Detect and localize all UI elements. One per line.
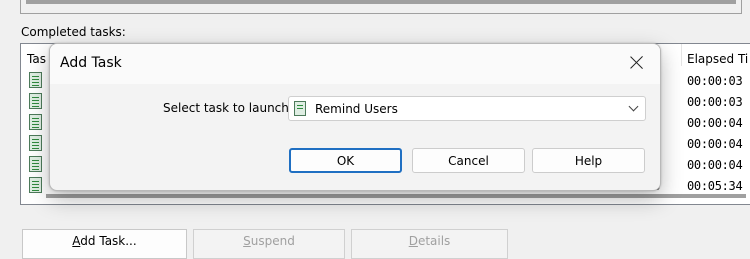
dialog-title: Add Task: [60, 55, 122, 71]
row-elapsed-time: 00:00:04: [687, 158, 743, 172]
row-elapsed-time: 00:00:04: [687, 116, 743, 130]
column-header-task[interactable]: Tas: [27, 52, 46, 66]
task-list-icon: [29, 93, 42, 109]
details-button[interactable]: Details: [351, 229, 508, 259]
task-list-icon: [294, 101, 306, 116]
chevron-down-icon[interactable]: [628, 101, 639, 112]
task-list-icon: [29, 72, 42, 88]
task-list-icon: [29, 156, 42, 172]
task-select-value: Remind Users: [315, 102, 398, 116]
column-divider[interactable]: [681, 44, 682, 66]
row-elapsed-time: 00:00:03: [687, 95, 743, 109]
cancel-button[interactable]: Cancel: [412, 148, 525, 173]
add-task-button[interactable]: Add Task...: [22, 229, 187, 259]
task-list-icon: [29, 177, 42, 193]
select-task-label: Select task to launch:: [163, 101, 293, 115]
suspend-mnemonic: S: [243, 234, 251, 248]
details-label: etails: [417, 234, 451, 248]
ok-button[interactable]: OK: [289, 148, 402, 173]
dialog-titlebar[interactable]: Add Task: [50, 44, 660, 84]
completed-tasks-label: Completed tasks:: [21, 25, 126, 39]
task-select-dropdown[interactable]: Remind Users: [288, 96, 646, 121]
close-icon[interactable]: [614, 44, 660, 82]
help-button[interactable]: Help: [532, 148, 645, 173]
row-elapsed-time: 00:05:34: [687, 179, 743, 193]
task-list-icon: [29, 135, 42, 151]
row-elapsed-time: 00:00:04: [687, 137, 743, 151]
column-header-elapsed-time[interactable]: Elapsed Ti: [687, 52, 748, 66]
add-task-label: dd Task...: [80, 234, 137, 248]
task-list-icon: [29, 114, 42, 130]
suspend-button[interactable]: Suspend: [193, 229, 345, 259]
top-progress-bar: [26, 0, 736, 4]
list-scrollbar-edge[interactable]: [46, 194, 746, 198]
add-task-dialog: Add Task Select task to launch: Remind U…: [49, 43, 661, 191]
suspend-label: uspend: [250, 234, 295, 248]
details-mnemonic: D: [408, 234, 418, 248]
row-elapsed-time: 00:00:03: [687, 74, 743, 88]
